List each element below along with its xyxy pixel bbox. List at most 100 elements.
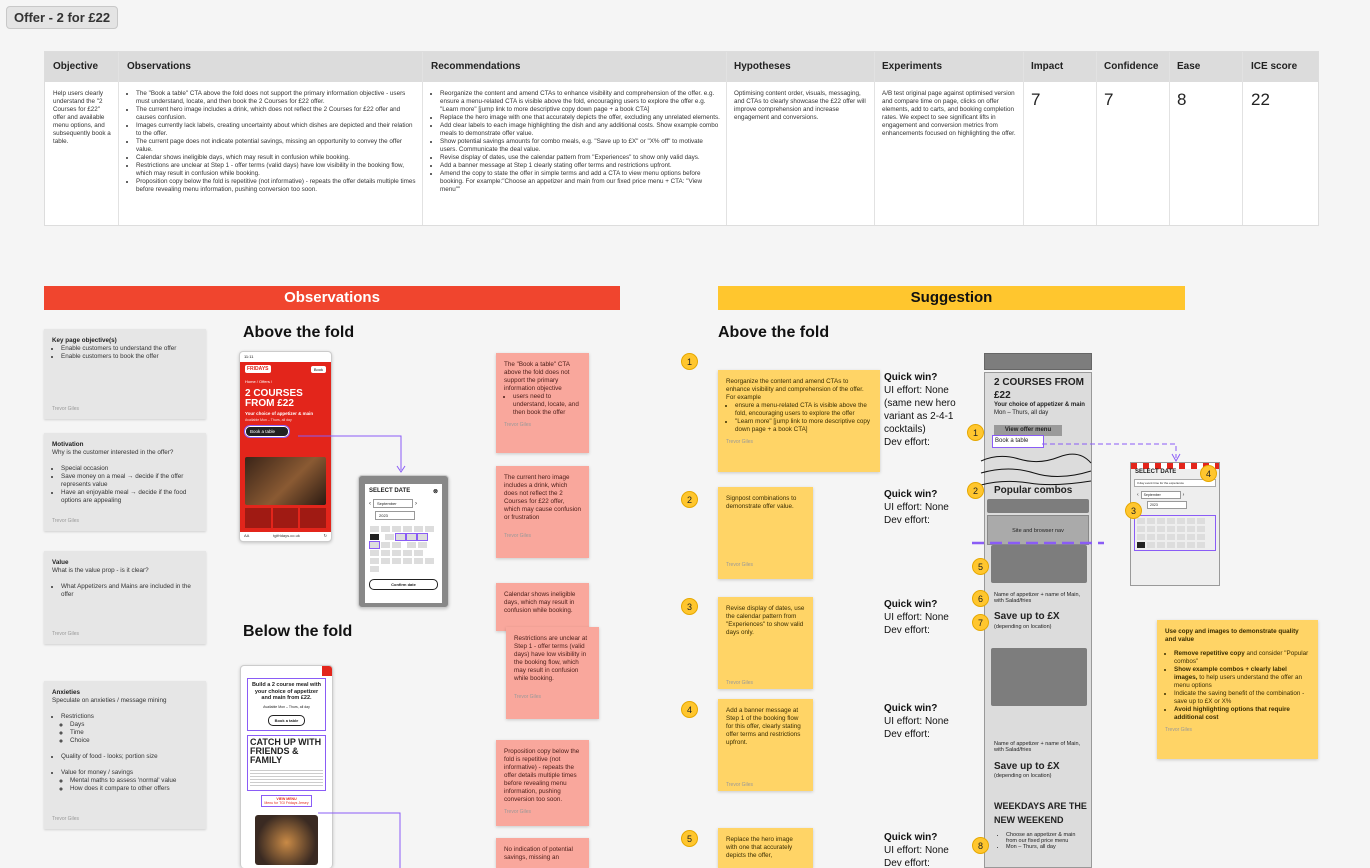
- note-text: Proposition copy below the fold is repet…: [504, 748, 580, 803]
- cell-ease: 8: [1177, 90, 1187, 109]
- list-item: Days: [70, 721, 198, 729]
- calendar-grid[interactable]: [369, 525, 438, 573]
- list-item: Proposition copy below the fold is repet…: [136, 178, 417, 194]
- below-headline: Build a 2 course meal with your choice o…: [251, 682, 322, 701]
- cal-grid[interactable]: [1134, 515, 1216, 551]
- pink-note-3[interactable]: Calendar shows ineligible days, which ma…: [496, 583, 589, 631]
- suggest-note-1[interactable]: Reorganize the content and amend CTAs to…: [718, 370, 880, 472]
- card-author: Trevor Giles: [52, 518, 80, 524]
- chevron-right-icon[interactable]: ›: [415, 501, 417, 507]
- close-icon[interactable]: ⊗: [433, 488, 438, 495]
- list-item: Quality of food - looks; portion size: [61, 753, 198, 761]
- below-book-button[interactable]: Book a table: [267, 714, 306, 726]
- th-objective: Objective: [53, 61, 99, 72]
- connector-line: [318, 812, 401, 868]
- badge-number: 7: [972, 614, 989, 631]
- suggest-note-2[interactable]: Signpost combinations to demonstrate off…: [718, 487, 813, 579]
- pink-note-2[interactable]: The current hero image includes a drink,…: [496, 466, 589, 558]
- browser-aa[interactable]: AA: [244, 533, 249, 538]
- status-time: 11:11: [244, 354, 254, 359]
- dev-effort: Dev effort:: [884, 625, 930, 636]
- cell-experiments: A/B test original page against optimised…: [882, 90, 1016, 137]
- note-author: Trevor Giles: [504, 809, 532, 815]
- wire-save: Save up to £X: [994, 611, 1060, 622]
- pink-note-6[interactable]: No indication of potential savings, miss…: [496, 838, 589, 868]
- frame-title[interactable]: Offer - 2 for £22: [6, 6, 119, 29]
- badge-number: 6: [972, 590, 989, 607]
- quick-win-title: Quick win?: [884, 703, 938, 714]
- dev-effort: Dev effort:: [884, 858, 930, 868]
- chevron-left-icon[interactable]: ‹: [1137, 492, 1139, 498]
- cal-year-select[interactable]: 2023: [1147, 501, 1187, 509]
- pink-note-4[interactable]: Restrictions are unclear at Step 1 - off…: [506, 627, 599, 719]
- card-motivation[interactable]: Motivation Why is the customer intereste…: [44, 433, 206, 531]
- observations-banner: Observations: [44, 286, 620, 310]
- connector-arrow: [298, 435, 406, 473]
- nav-tile[interactable]: [245, 508, 271, 528]
- quick-win-2: Quick win? UI effort: None Dev effort:: [884, 488, 958, 527]
- card-title: Anxieties: [52, 689, 80, 696]
- menu-link[interactable]: Menu for TGI Fridays Jersey: [263, 801, 310, 805]
- wire-save: Save up to £X: [994, 761, 1060, 772]
- wire-book-button[interactable]: Book a table: [992, 435, 1044, 448]
- chevron-right-icon[interactable]: ›: [1183, 492, 1185, 498]
- nav-tile[interactable]: [272, 508, 299, 528]
- brand-logo[interactable]: FRIDAYS: [245, 365, 271, 373]
- quick-win-title: Quick win?: [884, 372, 938, 383]
- corner-flag: [322, 666, 332, 676]
- reload-icon[interactable]: ↻: [324, 533, 327, 538]
- pink-note-1[interactable]: The "Book a table" CTA above the fold do…: [496, 353, 589, 453]
- note-author: Trevor Giles: [504, 422, 532, 428]
- chevron-left-icon[interactable]: ‹: [369, 501, 371, 507]
- list-item: Amend the copy to state the offer in sim…: [440, 170, 721, 194]
- suggest-note-quality[interactable]: Use copy and images to demonstrate quali…: [1157, 620, 1318, 759]
- suggest-note-5[interactable]: Replace the hero image with one that acc…: [718, 828, 813, 868]
- note-text: The "Book a table" CTA above the fold do…: [504, 361, 570, 392]
- card-key-objectives[interactable]: Key page objective(s) Enable customers t…: [44, 329, 206, 419]
- month-select[interactable]: September: [373, 499, 413, 508]
- cal-month-select[interactable]: September: [1140, 491, 1181, 499]
- note-text: Signpost combinations to demonstrate off…: [726, 495, 797, 510]
- badge-number: 1: [681, 353, 698, 370]
- list-item: ensure a menu-related CTA is visible abo…: [735, 402, 872, 418]
- badge-number: 3: [1125, 502, 1142, 519]
- quick-win-1: Quick win? UI effort: None (same new her…: [884, 371, 958, 449]
- hero-availability: Available Mon – Thurs, all day: [245, 418, 292, 422]
- card-anxieties[interactable]: Anxieties Speculate on anxieties / messa…: [44, 681, 206, 829]
- card-value[interactable]: Value What is the value prop - is it cle…: [44, 551, 206, 644]
- body-copy-lines: [250, 767, 323, 788]
- dashed-arrow: [1042, 443, 1181, 463]
- list-item: Have an enjoyable meal → decide if the f…: [61, 489, 198, 505]
- th-confidence: Confidence: [1104, 61, 1159, 72]
- list-item: Restrictions are unclear at Step 1 - off…: [136, 162, 417, 178]
- list-item: Mental maths to assess 'normal' value: [70, 777, 198, 785]
- confirm-date-button[interactable]: Confirm date: [369, 579, 438, 590]
- breadcrumb[interactable]: Home / Offers /: [245, 379, 326, 384]
- header-book-button[interactable]: Book: [310, 365, 326, 373]
- badge-number: 5: [681, 830, 698, 847]
- quick-win-title: Quick win?: [884, 489, 938, 500]
- nav-tile[interactable]: [300, 508, 327, 528]
- note-author: Trevor Giles: [726, 439, 754, 445]
- card-title: Key page objective(s): [52, 337, 117, 344]
- year-select[interactable]: 2023: [375, 511, 415, 520]
- note-author: Trevor Giles: [726, 680, 754, 686]
- ui-effort: UI effort: None: [884, 716, 949, 727]
- book-a-table-button[interactable]: Book a table: [244, 425, 290, 438]
- suggest-note-4[interactable]: Add a banner message at Step 1 of the bo…: [718, 699, 813, 791]
- th-recommendations: Recommendations: [431, 61, 521, 72]
- phone-calendar: SELECT DATE ⊗ ‹ September › 2023 Confirm…: [358, 475, 449, 608]
- list-item: Special occasion: [61, 465, 198, 473]
- list-item: Add clear labels to each image highlight…: [440, 122, 721, 138]
- card-subtitle: Speculate on anxieties / message mining: [52, 697, 167, 704]
- cell-observations: The "Book a table" CTA above the fold do…: [127, 90, 417, 194]
- ui-effort: UI effort: None: [884, 845, 949, 856]
- url-bar[interactable]: tgifridays.co.uk: [273, 533, 300, 538]
- card-title: Motivation: [52, 441, 84, 448]
- quick-win-title: Quick win?: [884, 832, 938, 843]
- list-item: Time: [70, 729, 198, 737]
- quick-win-title: Quick win?: [884, 599, 938, 610]
- note-text: Reorganize the content and amend CTAs to…: [726, 378, 864, 401]
- suggest-note-3[interactable]: Revise display of dates, use the calenda…: [718, 597, 813, 689]
- pink-note-5[interactable]: Proposition copy below the fold is repet…: [496, 740, 589, 826]
